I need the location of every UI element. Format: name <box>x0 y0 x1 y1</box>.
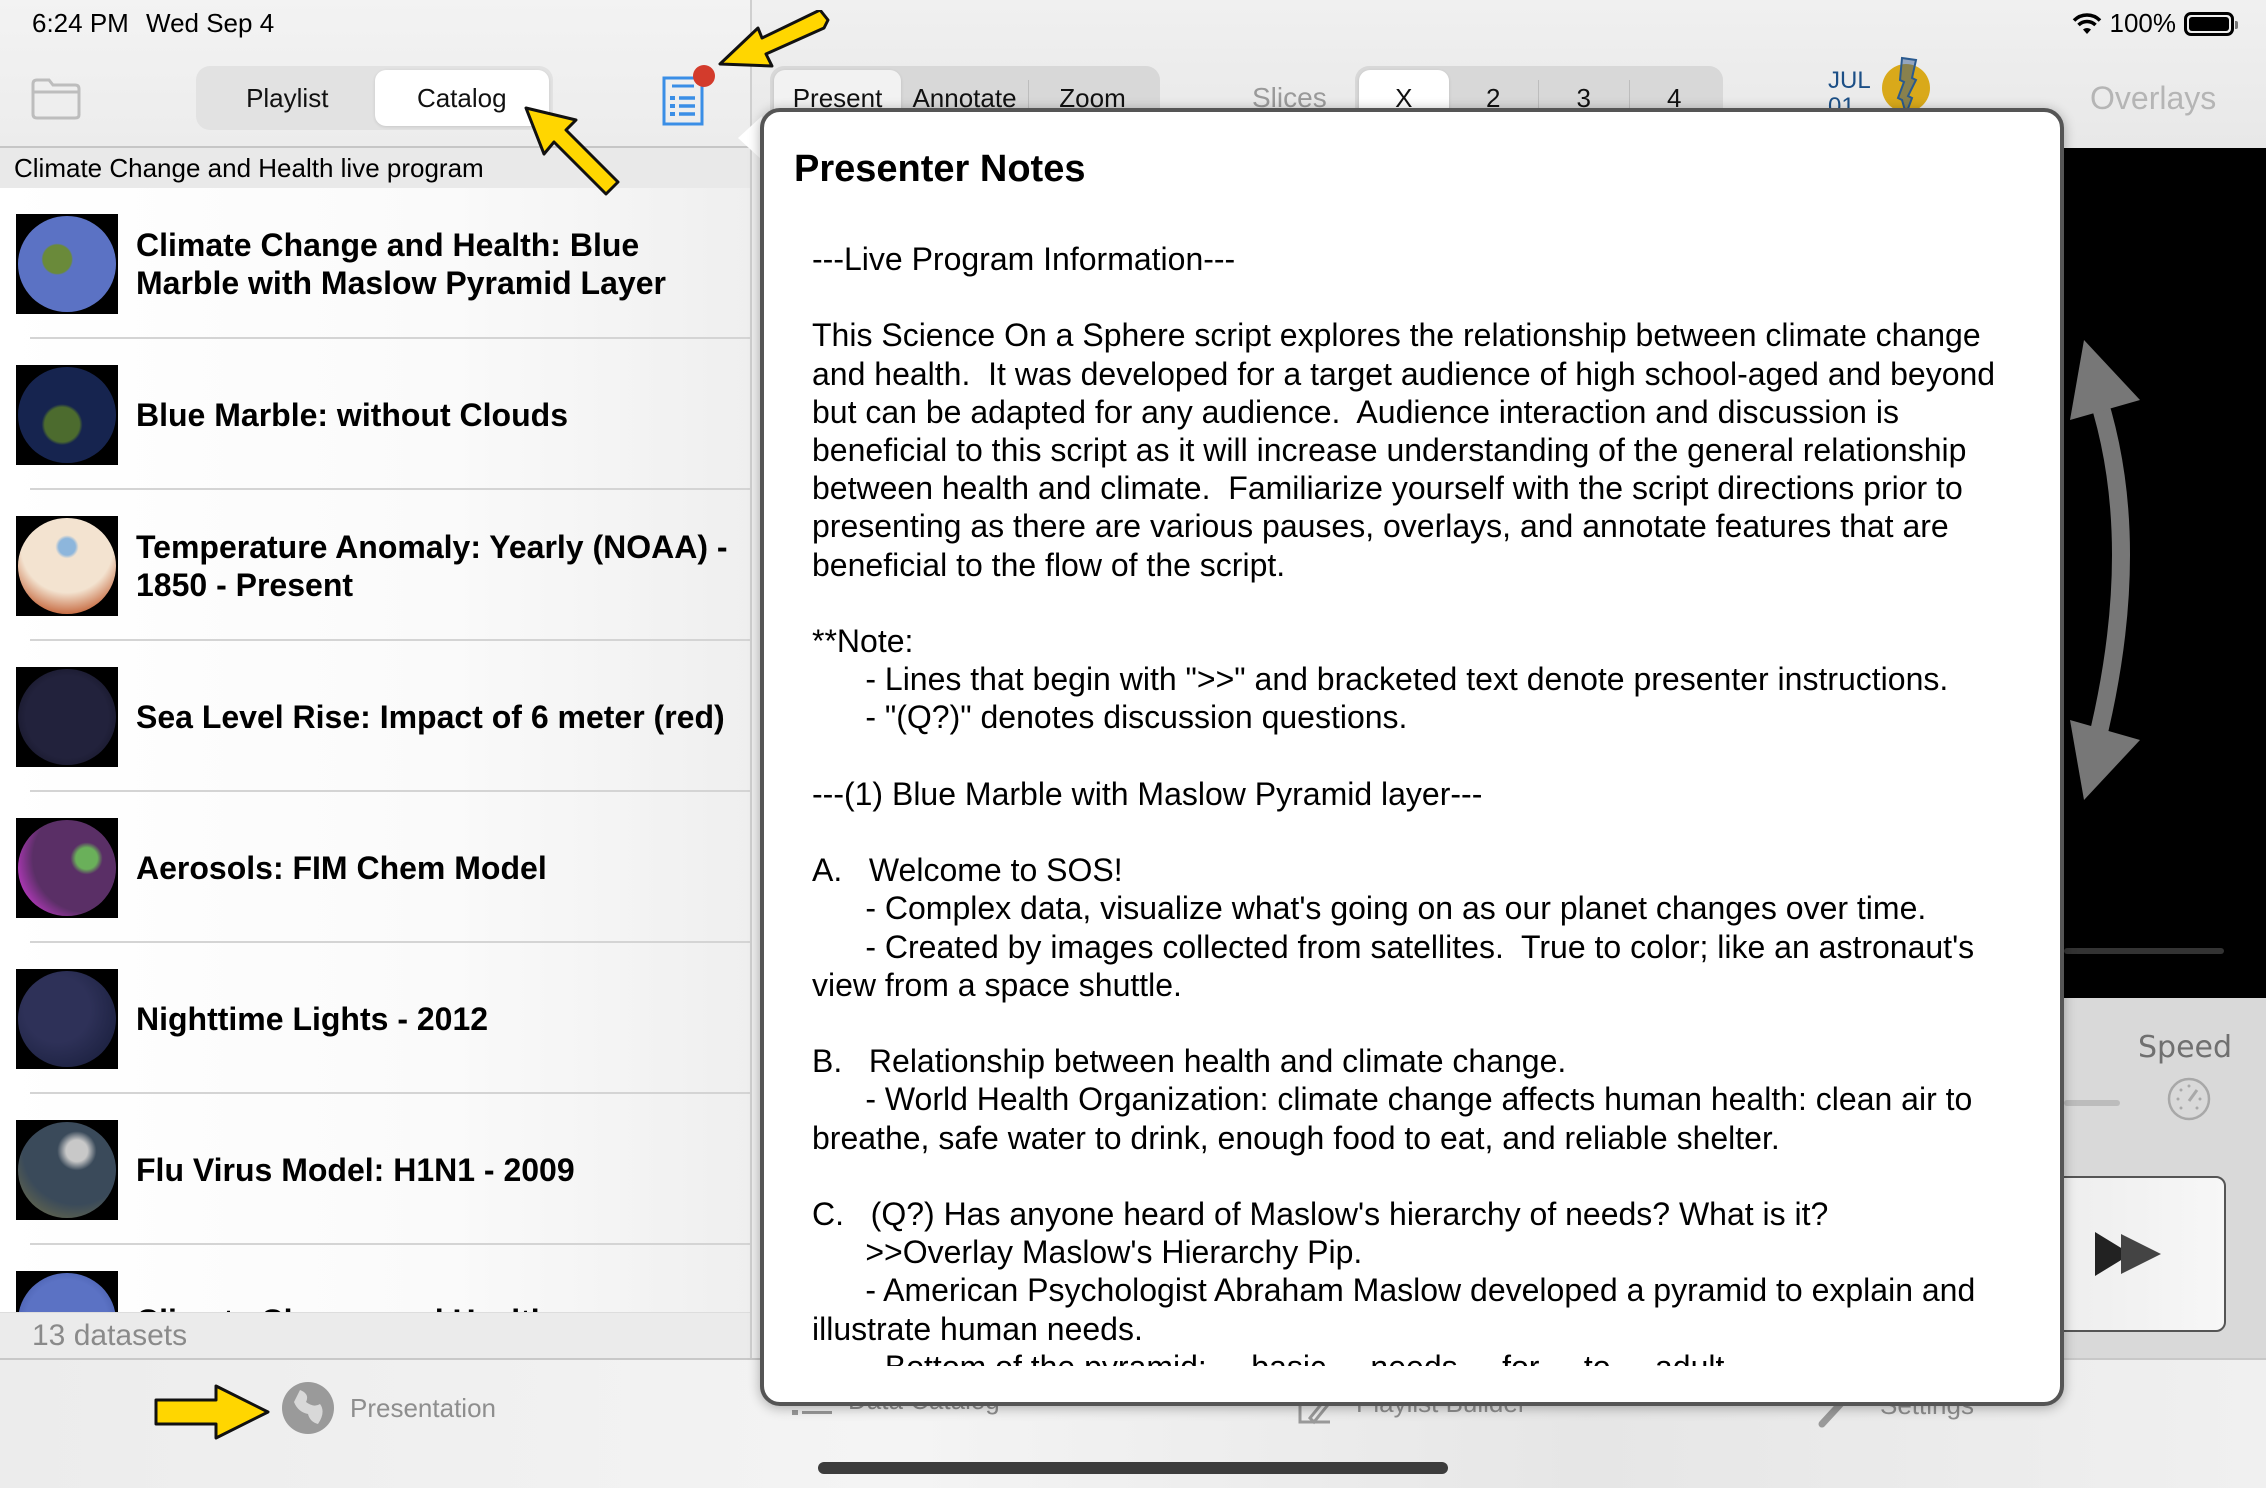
list-item[interactable]: Climate Change and Health: Blue Marble w… <box>0 188 750 339</box>
list-item[interactable]: Blue Marble: without Clouds <box>0 339 750 490</box>
popover-pointer <box>738 116 762 160</box>
presenter-notes-text[interactable]: ---Live Program Information--- This Scie… <box>812 240 2020 1366</box>
notification-badge <box>693 65 715 87</box>
dataset-count: 13 datasets <box>0 1312 750 1358</box>
annotation-arrow-icon <box>154 1384 270 1440</box>
list-item[interactable]: Nighttime Lights - 2012 <box>0 943 750 1094</box>
dataset-thumbnail <box>16 213 118 314</box>
speed-label: Speed <box>2138 1030 2233 1065</box>
popover-title: Presenter Notes <box>794 148 1086 190</box>
dataset-thumbnail <box>16 968 118 1069</box>
annotation-arrow-icon <box>524 106 620 196</box>
tab-label: Presentation <box>350 1392 496 1423</box>
annotation-arrow-icon <box>718 10 830 68</box>
program-title: Climate Change and Health live program <box>0 148 750 188</box>
dataset-thumbnail <box>16 1270 118 1312</box>
date-month: JUL <box>1828 67 1871 94</box>
dataset-title: Nighttime Lights - 2012 <box>136 1000 489 1037</box>
folder-icon[interactable] <box>30 76 82 120</box>
segment-playlist[interactable]: Playlist <box>200 70 375 126</box>
overlays-button[interactable]: Overlays <box>2090 80 2216 117</box>
dataset-list[interactable]: Climate Change and Health: Blue Marble w… <box>0 188 750 1312</box>
speed-slider[interactable] <box>2064 1100 2120 1106</box>
list-item[interactable]: Flu Virus Model: H1N1 - 2009 <box>0 1094 750 1245</box>
dataset-title: Flu Virus Model: H1N1 - 2009 <box>136 1151 575 1188</box>
dataset-thumbnail <box>16 666 118 767</box>
list-item[interactable]: Aerosols: FIM Chem Model <box>0 792 750 943</box>
fast-forward-icon <box>2095 1232 2161 1276</box>
dataset-thumbnail <box>16 364 118 465</box>
dataset-title: Climate Change and Health: <box>136 1302 730 1313</box>
time-lightning-icon[interactable] <box>1880 56 1932 116</box>
dataset-thumbnail <box>16 817 118 918</box>
list-item[interactable]: Climate Change and Health: <box>0 1245 750 1312</box>
battery-icon <box>2184 11 2238 36</box>
timeline-scrubber[interactable] <box>2064 948 2224 954</box>
wifi-icon <box>2072 12 2101 34</box>
status-time: 6:24 PM <box>32 8 129 38</box>
dataset-title: Blue Marble: without Clouds <box>136 396 568 433</box>
dataset-title: Temperature Anomaly: Yearly (NOAA) - 185… <box>136 528 728 603</box>
battery-percent: 100% <box>2109 8 2177 38</box>
speedometer-icon[interactable] <box>2166 1076 2212 1122</box>
dataset-title: Climate Change and Health: Blue Marble w… <box>136 226 666 301</box>
split-divider <box>750 0 752 1358</box>
list-item[interactable]: Sea Level Rise: Impact of 6 meter (red) <box>0 641 750 792</box>
status-date: Wed Sep 4 <box>146 8 275 38</box>
playlist-catalog-toggle: Playlist Catalog <box>196 66 553 130</box>
rotate-arrow-icon <box>2070 340 2140 800</box>
status-indicators: 100% <box>2072 8 2238 39</box>
list-item[interactable]: Temperature Anomaly: Yearly (NOAA) - 185… <box>0 490 750 641</box>
globe-icon <box>282 1382 334 1434</box>
presenter-notes-popover: Presenter Notes ---Live Program Informat… <box>760 108 2064 1406</box>
dataset-thumbnail <box>16 515 118 616</box>
home-indicator[interactable] <box>818 1462 1448 1474</box>
tab-presentation[interactable]: Presentation <box>280 1380 496 1436</box>
dataset-title: Aerosols: FIM Chem Model <box>136 849 547 886</box>
dataset-thumbnail <box>16 1119 118 1220</box>
presenter-notes-icon[interactable] <box>660 64 720 128</box>
dataset-title: Sea Level Rise: Impact of 6 meter (red) <box>136 698 725 735</box>
